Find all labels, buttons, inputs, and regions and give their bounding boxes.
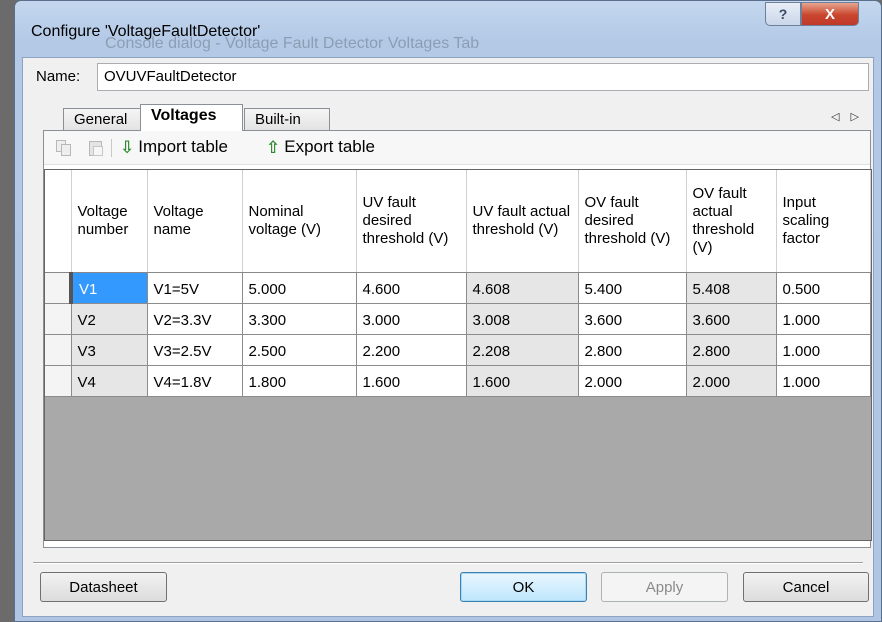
tab-general[interactable]: General xyxy=(63,108,141,130)
datasheet-button-label: Datasheet xyxy=(69,578,138,596)
grid-empty-area: Voltage number Voltage name Nominal volt… xyxy=(44,169,872,541)
table-cell: 3.008 xyxy=(466,303,579,335)
table-cell: V4 xyxy=(71,365,148,397)
table-cell: V3 xyxy=(71,334,148,366)
export-table-button[interactable]: ⇧ Export table xyxy=(266,137,375,157)
apply-button: Apply xyxy=(601,572,728,602)
column-header[interactable]: Voltage name xyxy=(147,170,243,273)
table-cell[interactable]: 0.500 xyxy=(776,272,871,304)
tab-voltages[interactable]: Voltages xyxy=(140,104,243,131)
row-header-corner xyxy=(45,170,72,273)
row-header[interactable] xyxy=(45,334,72,366)
column-header[interactable]: OV fault desired threshold (V) xyxy=(578,170,687,273)
tab-built-in[interactable]: Built-in xyxy=(244,108,330,130)
paste-icon[interactable] xyxy=(88,140,103,156)
table-cell[interactable]: 4.600 xyxy=(356,272,467,304)
table-cell: 2.800 xyxy=(686,334,777,366)
table-row[interactable]: V4 V4=1.8V 1.800 1.600 1.600 2.000 2.000… xyxy=(45,365,871,397)
row-header[interactable] xyxy=(45,272,73,304)
table-cell[interactable]: 2.500 xyxy=(242,334,357,366)
dialog-client-area: Name: OVUVFaultDetector General Voltages… xyxy=(22,57,874,617)
table-cell[interactable]: 2.800 xyxy=(578,334,687,366)
cancel-button[interactable]: Cancel xyxy=(743,572,869,602)
row-header[interactable] xyxy=(45,303,72,335)
tab-scroll-arrows[interactable]: ◁ ▷ xyxy=(831,110,863,123)
help-button[interactable]: ? xyxy=(765,2,801,26)
tab-built-in-label: Built-in xyxy=(255,111,301,128)
table-cell[interactable]: V2=3.3V xyxy=(147,303,243,335)
dialog-window: Console dialog - Voltage Fault Detector … xyxy=(14,0,882,622)
voltage-grid: Voltage number Voltage name Nominal volt… xyxy=(44,169,872,549)
apply-button-label: Apply xyxy=(645,578,684,596)
import-table-button[interactable]: ⇩ Import table xyxy=(120,137,228,157)
title-bar[interactable]: Console dialog - Voltage Fault Detector … xyxy=(15,1,881,52)
voltages-tab-panel: ⇩ Import table ⇧ Export table Voltage nu… xyxy=(43,130,872,549)
name-input[interactable]: OVUVFaultDetector xyxy=(97,63,869,91)
table-row[interactable]: V2 V2=3.3V 3.300 3.000 3.008 3.600 3.600… xyxy=(45,303,871,335)
table-row[interactable]: V1 V1=5V 5.000 4.600 4.608 5.400 5.408 0… xyxy=(45,272,871,304)
table-cell[interactable]: 1.800 xyxy=(242,365,357,397)
toolbar-separator xyxy=(111,139,112,157)
table-cell[interactable]: V4=1.8V xyxy=(147,365,243,397)
column-header[interactable]: OV fault actual threshold (V) xyxy=(686,170,777,273)
column-header[interactable]: UV fault actual threshold (V) xyxy=(466,170,579,273)
table-row[interactable]: V3 V3=2.5V 2.500 2.200 2.208 2.800 2.800… xyxy=(45,334,871,366)
close-icon: X xyxy=(824,5,835,23)
table-header-row: Voltage number Voltage name Nominal volt… xyxy=(45,170,871,273)
export-table-label: Export table xyxy=(284,137,375,156)
table-cell: 3.600 xyxy=(686,303,777,335)
table-cell[interactable]: 5.400 xyxy=(578,272,687,304)
table-cell[interactable]: 3.300 xyxy=(242,303,357,335)
table-cell: 4.608 xyxy=(466,272,579,304)
table-cell: V2 xyxy=(71,303,148,335)
close-button[interactable]: X xyxy=(801,2,859,26)
name-label: Name: xyxy=(36,68,81,85)
toolbar: ⇩ Import table ⇧ Export table xyxy=(44,131,870,165)
export-arrow-icon: ⇧ xyxy=(266,137,281,157)
table-cell[interactable]: 5.000 xyxy=(242,272,357,304)
help-icon: ? xyxy=(778,6,788,22)
bottom-separator xyxy=(33,562,863,564)
name-input-value: OVUVFaultDetector xyxy=(104,68,237,85)
tab-voltages-label: Voltages xyxy=(151,107,217,124)
window-title: Configure 'VoltageFaultDetector' xyxy=(31,23,261,40)
ok-button-label: OK xyxy=(512,578,535,596)
column-header[interactable]: Input scaling factor xyxy=(776,170,871,273)
table-cell[interactable]: V3=2.5V xyxy=(147,334,243,366)
datasheet-button[interactable]: Datasheet xyxy=(40,572,167,602)
column-header[interactable]: UV fault desired threshold (V) xyxy=(356,170,467,273)
column-header[interactable]: Nominal voltage (V) xyxy=(242,170,357,273)
tab-general-label: General xyxy=(74,111,128,128)
column-header[interactable]: Voltage number xyxy=(71,170,148,273)
table-cell[interactable]: 1.000 xyxy=(776,334,871,366)
cancel-button-label: Cancel xyxy=(782,578,830,596)
table-cell: 2.000 xyxy=(686,365,777,397)
row-header[interactable] xyxy=(45,365,72,397)
table-cell[interactable]: 3.600 xyxy=(578,303,687,335)
table-cell: 2.208 xyxy=(466,334,579,366)
table-cell[interactable]: V1 xyxy=(71,272,148,304)
table-cell[interactable]: 1.000 xyxy=(776,303,871,335)
import-arrow-icon: ⇩ xyxy=(120,137,135,157)
table-cell: 1.600 xyxy=(466,365,579,397)
table-cell: 5.408 xyxy=(686,272,777,304)
ok-button[interactable]: OK xyxy=(460,572,587,602)
table-cell[interactable]: 1.000 xyxy=(776,365,871,397)
import-table-label: Import table xyxy=(138,137,229,156)
table-cell[interactable]: V1=5V xyxy=(147,272,243,304)
table-cell[interactable]: 2.200 xyxy=(356,334,467,366)
copy-icon[interactable] xyxy=(56,140,71,156)
table-cell[interactable]: 3.000 xyxy=(356,303,467,335)
table-cell[interactable]: 2.000 xyxy=(578,365,687,397)
table-cell[interactable]: 1.600 xyxy=(356,365,467,397)
voltage-table: Voltage number Voltage name Nominal volt… xyxy=(45,170,871,397)
